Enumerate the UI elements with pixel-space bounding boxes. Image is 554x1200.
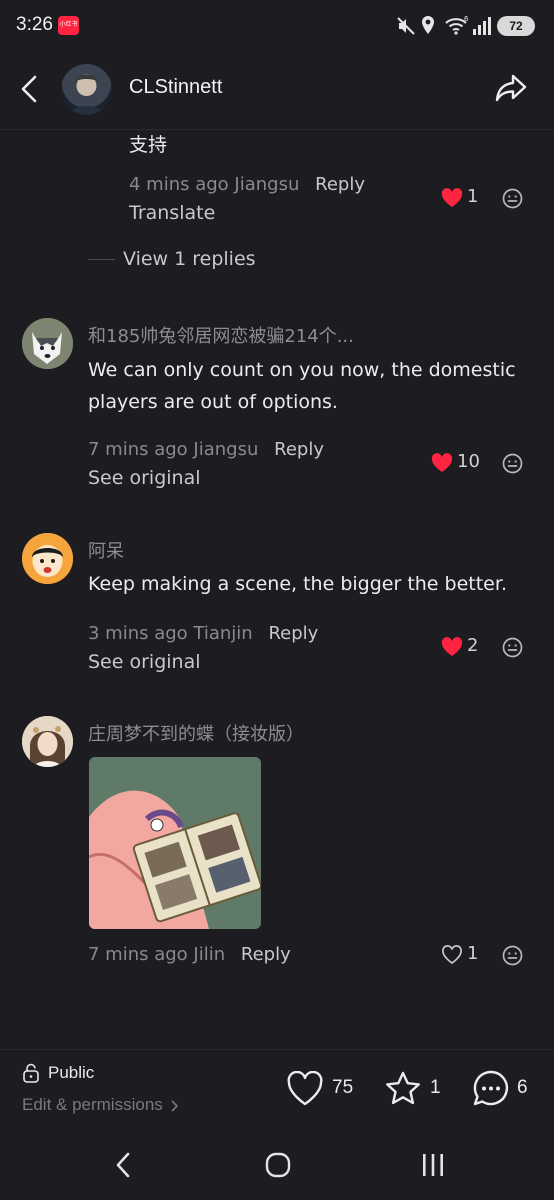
comment-icon[interactable] xyxy=(471,1069,511,1109)
nav-recents-icon[interactable] xyxy=(421,1152,445,1178)
heart-icon[interactable] xyxy=(431,453,453,473)
author-name[interactable]: CLStinnett xyxy=(129,76,222,99)
status-time: 3:26 xyxy=(16,14,53,35)
like-count: 75 xyxy=(332,1077,354,1098)
author-avatar[interactable] xyxy=(61,64,112,115)
reply-button[interactable]: Reply xyxy=(241,944,291,965)
comment-like-count: 2 xyxy=(467,635,479,656)
emoji-icon[interactable] xyxy=(502,188,523,209)
heart-icon[interactable] xyxy=(441,637,463,657)
heart-icon[interactable] xyxy=(441,188,463,208)
share-icon[interactable] xyxy=(494,72,528,104)
comment-count: 6 xyxy=(517,1077,528,1098)
comment-like-count: 10 xyxy=(457,451,480,472)
reply-button[interactable]: Reply xyxy=(274,439,324,460)
reply-like-count: 1 xyxy=(467,186,479,207)
wifi-icon: 6 xyxy=(444,15,470,35)
view-replies-link[interactable]: View 1 replies xyxy=(123,248,256,270)
svg-text:6: 6 xyxy=(464,15,469,23)
reply-meta: 4 mins ago Jiangsu Reply xyxy=(129,174,365,195)
mute-icon xyxy=(396,16,416,36)
reply-text: 支持 xyxy=(129,134,168,156)
edit-permissions-label: Edit & permissions xyxy=(22,1095,163,1114)
translate-link[interactable]: Translate xyxy=(129,202,215,224)
avatar[interactable] xyxy=(22,533,73,584)
star-icon[interactable] xyxy=(384,1070,422,1108)
edit-permissions-link[interactable]: Edit & permissions xyxy=(22,1095,179,1115)
see-original-link[interactable]: See original xyxy=(88,651,201,673)
comment-time: 3 mins ago xyxy=(88,623,188,644)
comment-text: We can only count on you now, the domest… xyxy=(88,359,516,413)
header-divider xyxy=(0,129,554,130)
battery-level: 72 xyxy=(509,19,523,33)
comment-location: Jilin xyxy=(193,944,226,965)
nav-back-icon[interactable] xyxy=(112,1151,134,1179)
location-icon xyxy=(420,15,436,36)
emoji-icon[interactable] xyxy=(502,637,523,658)
comment-location: Tianjin xyxy=(193,623,253,644)
avatar[interactable] xyxy=(22,716,73,767)
emoji-icon[interactable] xyxy=(502,945,523,966)
comment-meta: 7 mins ago Jiangsu Reply xyxy=(88,439,324,460)
comment-text: Keep making a scene, the bigger the bett… xyxy=(88,573,507,595)
star-count: 1 xyxy=(430,1077,441,1098)
comment-time: 7 mins ago xyxy=(88,439,188,460)
comment-meta: 7 mins ago Jilin Reply xyxy=(88,944,291,965)
reply-button[interactable]: Reply xyxy=(315,174,365,195)
view-replies-divider xyxy=(88,259,115,260)
lock-icon xyxy=(22,1063,40,1083)
heart-outline-icon[interactable] xyxy=(441,945,463,965)
emoji-icon[interactable] xyxy=(502,453,523,474)
chevron-right-icon xyxy=(170,1099,179,1113)
app-notification-badge: 小红书 xyxy=(58,16,79,35)
nav-home-icon[interactable] xyxy=(265,1152,291,1178)
reply-location: Jiangsu xyxy=(234,174,300,195)
comment-username[interactable]: 和185帅兔邻居网恋被骗214个... xyxy=(88,322,354,348)
visibility-label[interactable]: Public xyxy=(48,1063,94,1083)
comment-meta: 3 mins ago Tianjin Reply xyxy=(88,623,318,644)
back-arrow-icon[interactable] xyxy=(18,74,42,104)
reply-time: 4 mins ago xyxy=(129,174,229,195)
comment-username[interactable]: 阿呆 xyxy=(88,537,124,563)
comment-image[interactable] xyxy=(89,757,261,929)
signal-icon xyxy=(472,16,492,36)
avatar[interactable] xyxy=(22,318,73,369)
comment-username[interactable]: 庄周梦不到的蝶（接妆版） xyxy=(88,720,304,746)
comment-like-count: 1 xyxy=(467,943,479,964)
battery-indicator: 72 xyxy=(497,16,535,36)
comment-time: 7 mins ago xyxy=(88,944,188,965)
comment-location: Jiangsu xyxy=(193,439,259,460)
reply-button[interactable]: Reply xyxy=(268,623,318,644)
see-original-link[interactable]: See original xyxy=(88,467,201,489)
bottom-divider xyxy=(0,1049,554,1050)
like-button-icon[interactable] xyxy=(286,1071,324,1107)
